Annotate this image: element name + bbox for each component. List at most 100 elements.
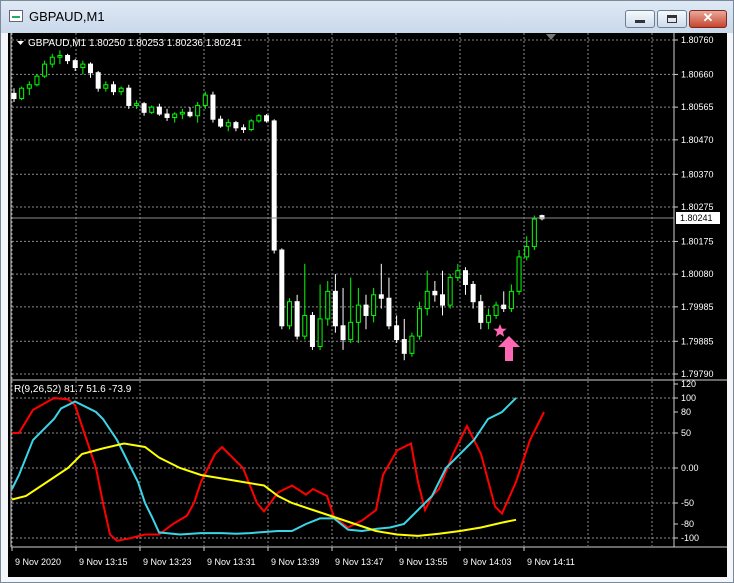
time-label: 9 Nov 13:23 [143, 557, 192, 567]
shift-marker-icon[interactable] [546, 34, 556, 40]
candle-body [149, 106, 155, 113]
candle-body [271, 120, 277, 251]
price-label: 1.80370 [681, 169, 714, 179]
candle-body [65, 54, 71, 62]
candle-body [401, 339, 407, 354]
candle-body [133, 103, 139, 106]
maximize-button[interactable] [657, 10, 687, 28]
close-icon: ✕ [702, 10, 714, 25]
time-label: 9 Nov 13:15 [79, 557, 128, 567]
candle-body [455, 270, 461, 279]
candle-body [394, 325, 400, 341]
time-label: 9 Nov 13:47 [335, 557, 384, 567]
candle-body [202, 94, 208, 106]
candle-body [11, 92, 17, 100]
candle-body [294, 301, 300, 337]
candle-body [225, 122, 231, 127]
candle-body [325, 290, 331, 320]
close-button[interactable]: ✕ [689, 10, 727, 28]
collapse-triangle-icon[interactable] [17, 41, 24, 45]
candle-body [42, 63, 48, 77]
candle-body [103, 84, 109, 89]
candle-body [233, 122, 239, 129]
indicator-line-fast [12, 396, 545, 542]
price-label: 1.80080 [681, 269, 714, 279]
chart-window-icon [9, 10, 23, 22]
price-label: 1.79790 [681, 369, 714, 379]
chart-frame[interactable]: GBPAUD,M1 1.80250 1.80253 1.80236 1.8024… [8, 33, 727, 577]
candle-body [264, 115, 270, 122]
price-label: 1.80175 [681, 236, 714, 246]
price-label: 1.80470 [681, 135, 714, 145]
candle-body [447, 277, 453, 306]
time-axis[interactable]: 9 Nov 2020 9 Nov 13:15 9 Nov 13:23 9 Nov 13… [11, 547, 575, 567]
oscillator-lines [11, 396, 545, 542]
candle-body [110, 84, 116, 93]
candle-body [501, 304, 507, 310]
candle-body [516, 256, 522, 292]
time-label: 9 Nov 13:31 [207, 557, 256, 567]
indicator-scale-label: -100 [681, 533, 699, 543]
candle-body [118, 87, 124, 93]
candle-body [462, 270, 468, 285]
indicator-line-slow [11, 442, 517, 537]
candle-body [531, 218, 537, 248]
price-label: 1.80760 [681, 35, 714, 45]
indicator-scale-label: -80 [681, 519, 694, 529]
chart-canvas[interactable]: GBPAUD,M1 1.80250 1.80253 1.80236 1.8024… [8, 33, 727, 577]
price-scale[interactable]: 1.80760 1.80660 1.80565 1.80470 1.80370 1.802… [674, 35, 714, 379]
candle-body [241, 127, 247, 131]
candle-body [309, 314, 315, 347]
candle-body [218, 118, 224, 127]
price-label: 1.80660 [681, 69, 714, 79]
minimize-button[interactable] [625, 10, 655, 28]
candle-body [302, 314, 308, 337]
candle-body [248, 120, 254, 131]
title-bar[interactable]: GBPAUD,M1 ✕ [1, 1, 733, 33]
candle-body [478, 301, 484, 323]
candle-body [26, 84, 32, 89]
candle-body [210, 94, 216, 120]
terminal-window: GBPAUD,M1 ✕ GBPAUD,M1 1.80250 1.80253 1.… [0, 0, 734, 583]
candle-body [88, 63, 94, 74]
candle-body [424, 290, 430, 310]
candle-body [126, 87, 132, 106]
pink-up-arrow-icon [498, 336, 520, 361]
time-label: 9 Nov 2020 [15, 557, 61, 567]
candle-body [485, 314, 491, 323]
indicator-scale-label: 0.00 [681, 463, 699, 473]
indicator-scale-label: 100 [681, 393, 696, 403]
candle-body [470, 283, 476, 303]
candle-body [317, 318, 323, 347]
candle-body [19, 87, 25, 100]
window-title: GBPAUD,M1 [29, 9, 105, 24]
time-label: 9 Nov 13:39 [271, 557, 320, 567]
candle-body [493, 304, 499, 316]
candle-body [286, 301, 292, 327]
candle-body [179, 111, 185, 115]
candle-body [371, 294, 377, 316]
price-chart-info: GBPAUD,M1 1.80250 1.80253 1.80236 1.8024… [28, 38, 242, 49]
candle-body [187, 111, 193, 117]
candle-body [164, 113, 170, 118]
candle-body [363, 304, 369, 316]
candle-body [49, 56, 55, 65]
indicator-scale[interactable]: 120 100 80 50 0.00 -50 -80 -100 [674, 379, 699, 543]
candle-body [95, 72, 101, 89]
price-label: 1.80275 [681, 202, 714, 212]
candle-body [141, 103, 147, 113]
candle-body [195, 104, 201, 117]
minimize-icon [635, 20, 645, 23]
candle-body [409, 335, 415, 354]
candle-body [172, 113, 178, 118]
candle-body [332, 290, 338, 327]
indicator-scale-label: 50 [681, 428, 691, 438]
price-label: 1.80565 [681, 102, 714, 112]
indicator-scale-label: 80 [681, 407, 691, 417]
current-price-label: 1.80241 [680, 213, 713, 223]
time-label: 9 Nov 14:03 [463, 557, 512, 567]
candle-body [432, 290, 438, 296]
candle-body [256, 115, 262, 122]
candle-body [524, 246, 530, 258]
candle-body [378, 294, 384, 299]
